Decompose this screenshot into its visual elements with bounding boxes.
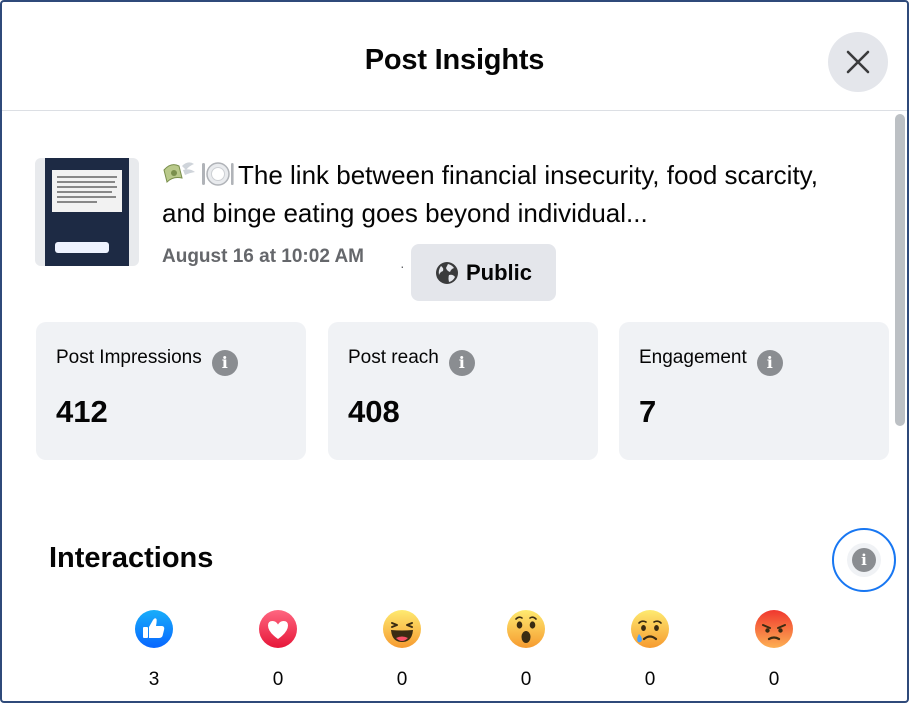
metric-value: 408 [348,394,400,429]
reaction-angry[interactable]: 0 [744,609,804,691]
close-button[interactable] [828,32,888,92]
info-icon[interactable]: i [756,349,783,376]
post-insights-dialog: Post Insights The link between financial… [0,0,909,703]
post-preview-text[interactable]: The link between financial insecurity, f… [162,158,842,230]
scrollbar[interactable] [895,114,905,426]
metric-card-impressions: Post Impressions i 412 [36,322,306,460]
wow-reaction-icon [506,609,546,649]
globe-icon [435,261,458,284]
reaction-love[interactable]: 0 [248,609,308,691]
interactions-heading: Interactions [49,542,214,574]
dialog-title: Post Insights [364,44,545,76]
post-timestamp: August 16 at 10:02 AM [162,246,365,267]
metric-value: 7 [639,394,657,429]
metric-card-reach: Post reach i 408 [328,322,598,460]
reaction-count: 0 [520,669,532,690]
interactions-info-button[interactable]: i [832,528,896,592]
info-icon: i [852,548,876,572]
post-thumbnail[interactable] [35,158,139,266]
reaction-haha[interactable]: 0 [372,609,432,691]
thumbnail-image [45,158,129,266]
like-reaction-icon [134,609,174,649]
reaction-wow[interactable]: 0 [496,609,556,691]
info-icon[interactable]: i [211,349,238,376]
sad-reaction-icon [630,609,670,649]
separator-dot: · [400,258,405,274]
post-text: The link between financial insecurity, f… [162,160,818,228]
metric-label: Post reach [348,347,439,368]
love-reaction-icon [258,609,298,649]
haha-reaction-icon [382,609,422,649]
metric-card-engagement: Engagement i 7 [619,322,889,460]
angry-reaction-icon [754,609,794,649]
reaction-like[interactable]: 3 [124,609,184,691]
reaction-count: 0 [768,669,780,690]
dialog-header: Post Insights [2,2,907,111]
close-icon [846,50,870,74]
reaction-count: 0 [644,669,656,690]
info-icon[interactable]: i [448,349,475,376]
metric-label: Engagement [639,347,747,368]
metric-value: 412 [56,394,108,429]
reaction-count: 0 [396,669,408,690]
reaction-count: 3 [148,669,160,690]
plate-icon [200,160,234,196]
audience-label: Public [465,259,532,285]
metric-label: Post Impressions [56,347,202,368]
money-with-wings-icon [162,160,196,196]
reaction-count: 0 [272,669,284,690]
audience-button[interactable]: Public [411,244,556,301]
reaction-sad[interactable]: 0 [620,609,680,691]
